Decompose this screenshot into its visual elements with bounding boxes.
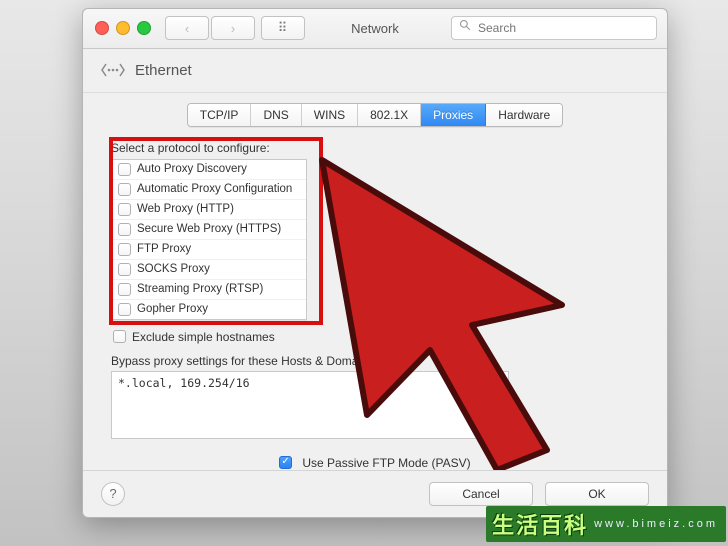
protocol-list-label: Select a protocol to configure: (111, 141, 639, 155)
protocol-item-ftp[interactable]: FTP Proxy (112, 239, 306, 259)
protocol-item-rtsp[interactable]: Streaming Proxy (RTSP) (112, 279, 306, 299)
zoom-window-button[interactable] (137, 21, 151, 35)
protocol-check[interactable] (118, 183, 131, 196)
tab-proxies[interactable]: Proxies (421, 104, 486, 126)
protocol-item-http[interactable]: Web Proxy (HTTP) (112, 199, 306, 219)
protocol-list[interactable]: Auto Proxy Discovery Automatic Proxy Con… (111, 159, 307, 320)
protocol-check[interactable] (118, 203, 131, 216)
protocol-label: Auto Proxy Discovery (137, 163, 247, 175)
protocol-item-auto-config[interactable]: Automatic Proxy Configuration (112, 179, 306, 199)
exclude-hostnames-label: Exclude simple hostnames (132, 330, 275, 344)
protocol-label: FTP Proxy (137, 243, 191, 255)
protocol-label: Streaming Proxy (RTSP) (137, 283, 263, 295)
protocol-item-socks[interactable]: SOCKS Proxy (112, 259, 306, 279)
nav-buttons: ‹ › (165, 16, 255, 40)
show-all-button[interactable]: ⠿ (261, 16, 305, 40)
protocol-item-auto-discovery[interactable]: Auto Proxy Discovery (112, 160, 306, 179)
ethernet-icon (101, 58, 125, 82)
back-button[interactable]: ‹ (165, 16, 209, 40)
exclude-hostnames-check[interactable] (113, 330, 126, 343)
search-icon (459, 19, 471, 34)
interface-header: Ethernet (83, 49, 667, 93)
tab-dns[interactable]: DNS (251, 104, 301, 126)
protocol-item-https[interactable]: Secure Web Proxy (HTTPS) (112, 219, 306, 239)
interface-name: Ethernet (135, 62, 192, 79)
system-preferences-window: ‹ › ⠿ Network (82, 8, 668, 518)
grid-icon: ⠿ (278, 20, 289, 36)
tab-hardware[interactable]: Hardware (486, 104, 562, 126)
protocol-check[interactable] (118, 263, 131, 276)
watermark-url: www.bimeiz.com (594, 518, 718, 530)
close-window-button[interactable] (95, 21, 109, 35)
help-button[interactable]: ? (101, 482, 125, 506)
tabs-row: TCP/IP DNS WINS 802.1X Proxies Hardware (83, 93, 667, 127)
search-input[interactable] (451, 16, 657, 40)
bypass-label: Bypass proxy settings for these Hosts & … (111, 354, 639, 368)
chevron-left-icon: ‹ (185, 21, 189, 36)
tab-tcpip[interactable]: TCP/IP (188, 104, 252, 126)
protocol-label: Gopher Proxy (137, 303, 208, 315)
passive-ftp-label: Use Passive FTP Mode (PASV) (302, 456, 470, 470)
protocol-label: Web Proxy (HTTP) (137, 203, 234, 215)
bypass-hosts-textarea[interactable] (111, 371, 509, 439)
watermark-cn: 生活百科 (492, 508, 588, 540)
protocol-label: SOCKS Proxy (137, 263, 210, 275)
chevron-right-icon: › (231, 21, 235, 36)
traffic-lights (95, 21, 151, 35)
forward-button[interactable]: › (211, 16, 255, 40)
proxies-pane: Select a protocol to configure: Auto Pro… (83, 127, 667, 470)
protocol-check[interactable] (118, 243, 131, 256)
passive-ftp-check[interactable] (279, 456, 292, 469)
protocol-label: Secure Web Proxy (HTTPS) (137, 223, 281, 235)
protocol-item-gopher[interactable]: Gopher Proxy (112, 299, 306, 319)
ok-button[interactable]: OK (545, 482, 649, 506)
cancel-button[interactable]: Cancel (429, 482, 533, 506)
settings-tabs: TCP/IP DNS WINS 802.1X Proxies Hardware (187, 103, 563, 127)
protocol-check[interactable] (118, 223, 131, 236)
titlebar: ‹ › ⠿ Network (83, 9, 667, 49)
tab-wins[interactable]: WINS (302, 104, 358, 126)
protocol-label: Automatic Proxy Configuration (137, 183, 292, 195)
tab-8021x[interactable]: 802.1X (358, 104, 421, 126)
help-icon: ? (109, 486, 116, 501)
protocol-check[interactable] (118, 303, 131, 316)
search-field-wrap (451, 16, 657, 40)
protocol-check[interactable] (118, 163, 131, 176)
minimize-window-button[interactable] (116, 21, 130, 35)
protocol-check[interactable] (118, 283, 131, 296)
watermark: 生活百科 www.bimeiz.com (486, 506, 726, 542)
